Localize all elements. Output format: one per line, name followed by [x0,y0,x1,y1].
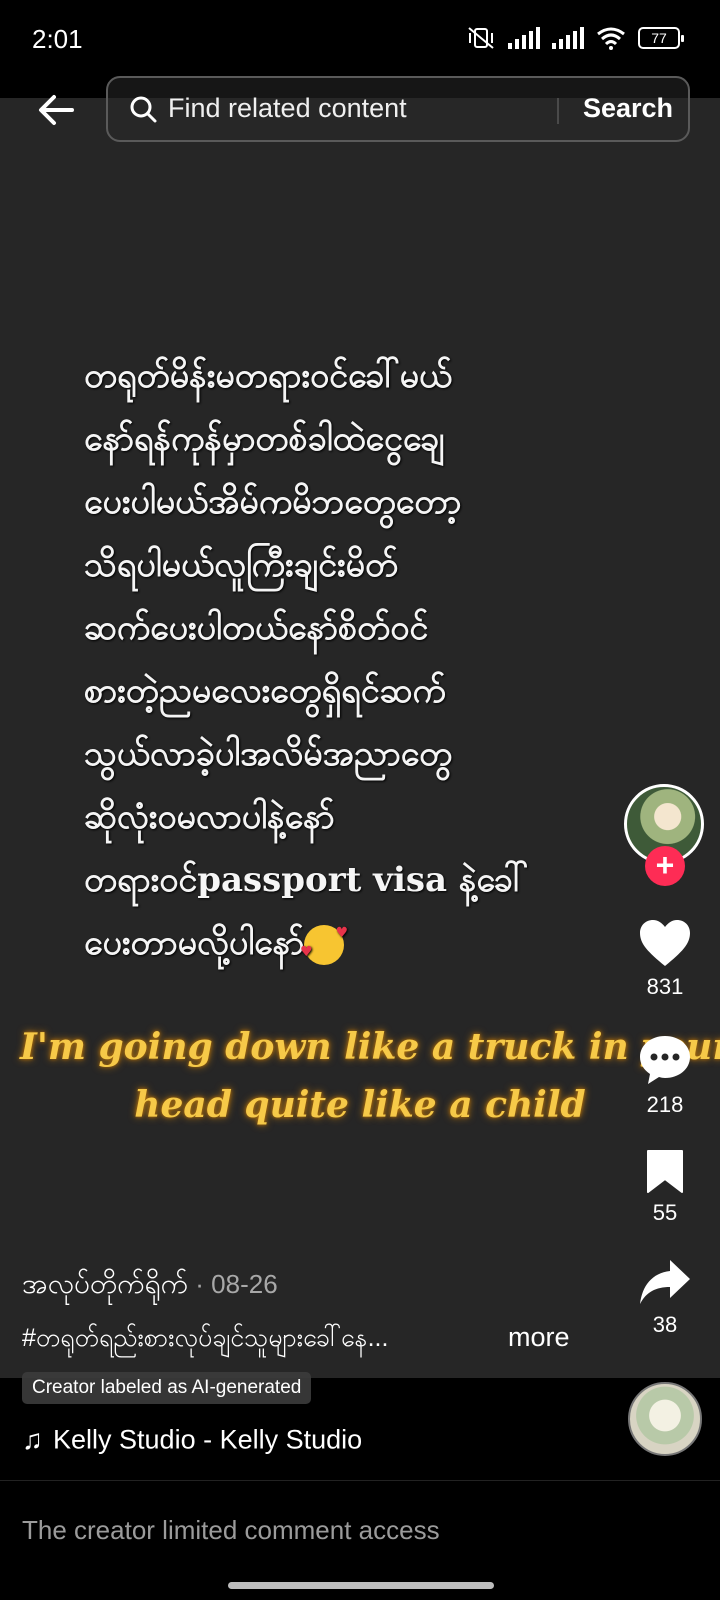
wifi-icon [597,27,625,50]
bookmark-icon [647,1150,683,1193]
home-indicator[interactable] [228,1582,494,1589]
bookmark-count: 55 [652,1200,678,1225]
like-count: 831 [646,974,684,999]
signal-icon [552,27,584,49]
lyrics-line: I'm going down like a truck in your [20,1026,720,1068]
comment-button[interactable]: 218 [620,1034,710,1118]
search-input[interactable]: Find related content Search [106,76,690,142]
ai-generated-label: Creator labeled as AI-generated [22,1372,312,1404]
music-note-icon: ♫ [22,1424,43,1455]
status-time: 2:01 [32,24,83,54]
smiling-face-with-hearts-icon [300,902,348,984]
overlay-line: ဆိုလုံးဝမလာပါနဲ့နော် [84,797,335,837]
overlay-line: တရားဝင်passport visa နဲ့ခေါ် [84,860,529,900]
caption-more-link[interactable]: more [508,1322,570,1353]
overlay-line: နော်ရန်ကုန်မှာတစ်ခါထဲငွေချေ [84,419,445,459]
battery-icon: 77 [638,27,684,49]
overlay-line: သွယ်လာခဲ့ပါအလိမ်အညာတွေ [84,734,453,774]
comment-icon [640,1036,690,1084]
overlay-line: ဆက်ပေးပါတယ်နော်စိတ်ဝင် [84,608,429,648]
music-title: Kelly Studio - Kelly Studio [53,1424,363,1455]
lyrics-caption: I'm going down like a truck in your head… [20,1018,720,1134]
overlay-line-last: ပေးတာမလို့ပါနော် [84,902,624,984]
back-arrow-icon[interactable] [32,86,80,134]
overlay-line: တရုတ်မိန်းမတရားဝင်ခေါ်မယ် [84,356,453,396]
divider [0,1480,720,1481]
screen: 2:01 77 Find related content Search တရုတ… [0,0,720,1600]
comment-count: 218 [646,1092,684,1117]
music-info[interactable]: ♫ Kelly Studio - Kelly Studio [22,1424,382,1460]
post-date: · 08-26 [188,1269,278,1299]
bookmark-button[interactable]: 55 [620,1148,710,1226]
comment-limited-notice: The creator limited comment access [22,1515,440,1545]
status-icons: 77 [466,26,684,50]
heart-icon [640,920,690,966]
signal-icon [508,27,540,49]
search-button[interactable]: Search [568,93,688,124]
overlay-line: ပေးတာမလို့ပါနော် [84,923,305,963]
share-count: 38 [652,1312,678,1337]
status-bar: 2:01 77 [0,0,720,82]
share-button[interactable]: 38 [620,1258,710,1338]
overlay-line: စားတဲ့ညမလေးတွေရှိရင်ဆက် [84,671,446,711]
follow-button[interactable]: + [645,846,685,886]
like-button[interactable]: 831 [620,918,710,1000]
search-divider [557,98,559,124]
lyrics-line: head quite like a child [134,1084,586,1126]
video-overlay-text: တရုတ်မိန်းမတရားဝင်ခေါ်မယ် နော်ရန်ကုန်မှာ… [84,345,624,984]
username-text[interactable]: အလုပ်တိုက်ရိုက် [22,1268,188,1299]
overlay-line: သိရပါမယ်လူကြီးချင်းမိတ် [84,545,399,585]
post-caption[interactable]: #တရုတ်ရည်းစားလုပ်ချင်သူများခေါ်နေ... [22,1322,388,1359]
creator-username[interactable]: အလုပ်တိုက်ရိုက် · 08-26 [22,1265,278,1307]
share-icon [640,1260,690,1304]
muted-vibrate-icon [468,27,494,49]
overlay-line: ပေးပါမယ်အိမ်ကမိဘတွေတော့ [84,482,462,522]
music-disc[interactable] [628,1382,702,1456]
search-icon [130,96,157,123]
search-placeholder: Find related content [168,93,407,123]
